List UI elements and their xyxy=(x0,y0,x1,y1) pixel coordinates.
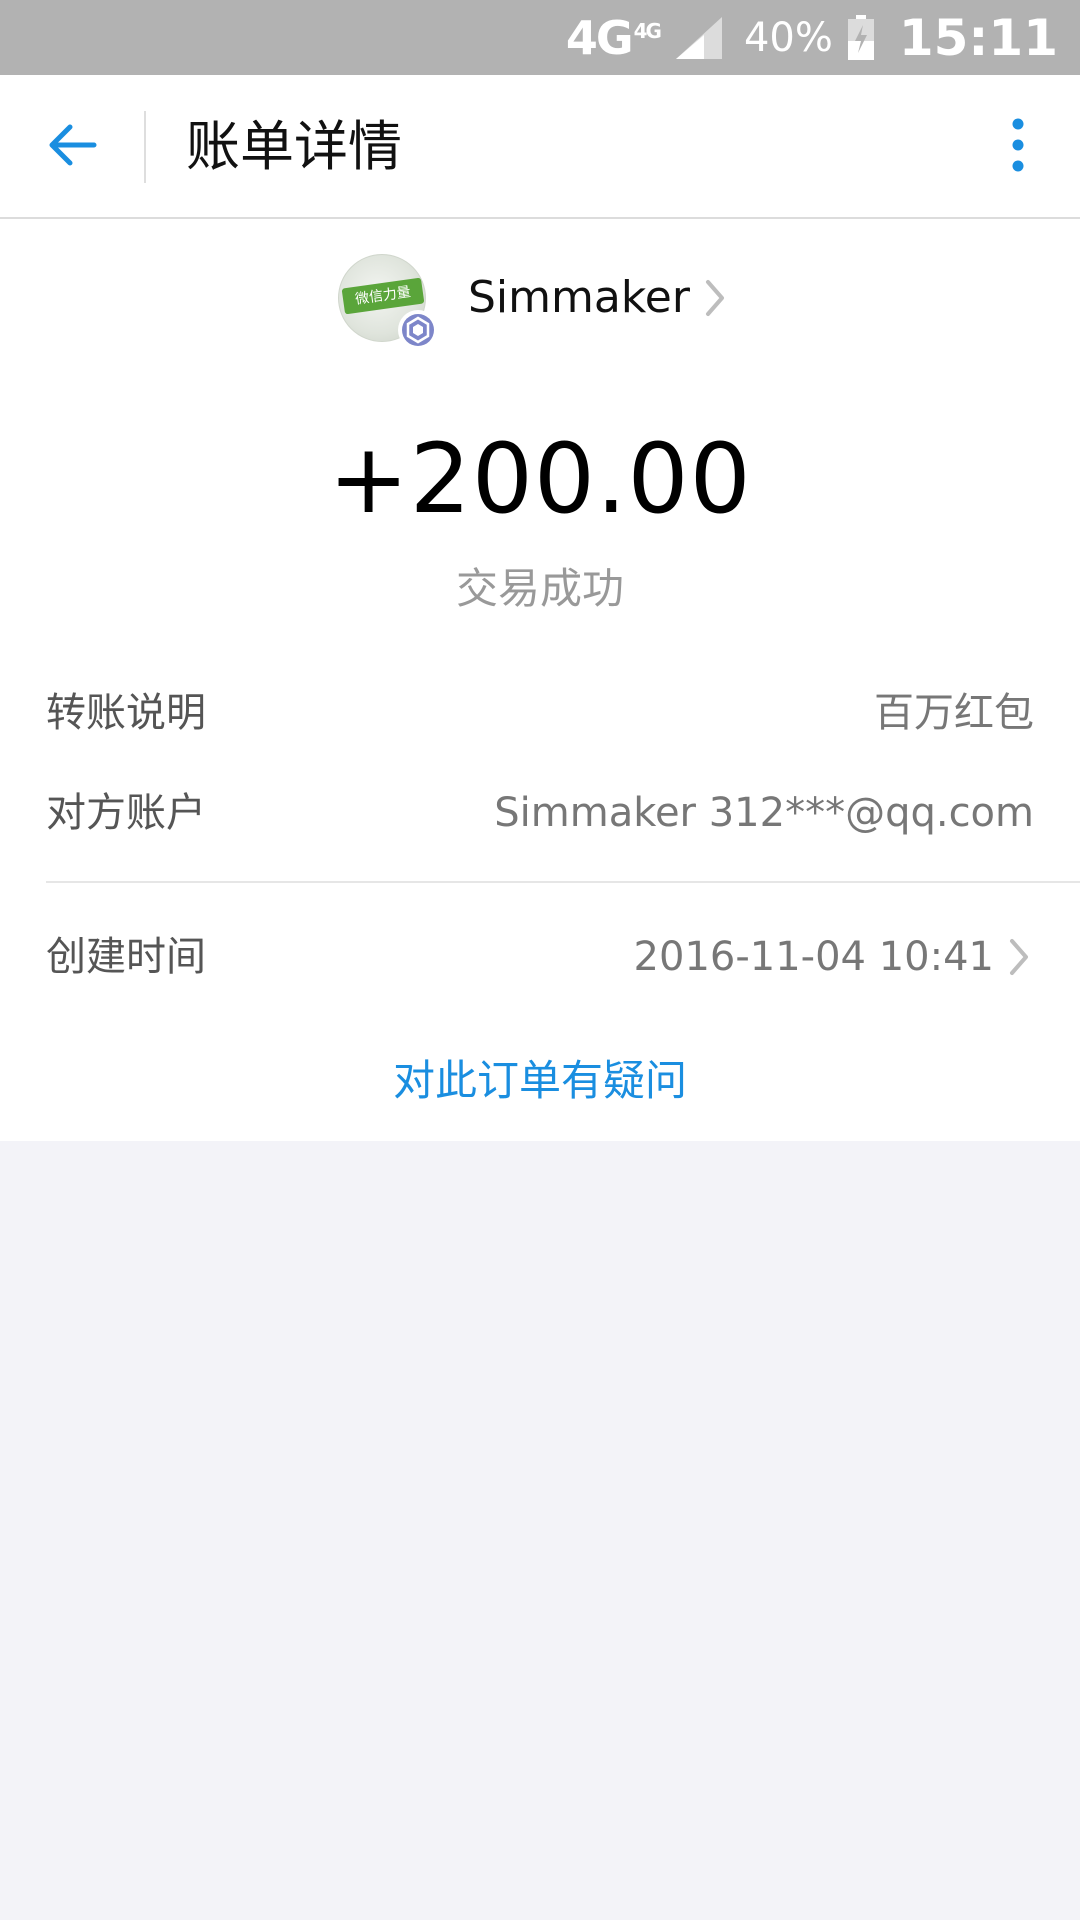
created-time-value: 2016-11-04 10:41 xyxy=(633,934,994,980)
row-divider xyxy=(46,881,1080,883)
transaction-status: 交易成功 xyxy=(455,564,624,613)
app-header: 账单详情 xyxy=(0,75,1080,219)
network-label: 4G xyxy=(565,10,634,65)
merchant-row[interactable]: 微信力量 Simmaker xyxy=(0,254,1080,350)
battery-percent: 40% xyxy=(743,14,833,61)
transaction-amount: +200.00 xyxy=(328,423,752,535)
verified-badge-icon xyxy=(398,310,438,350)
battery-icon xyxy=(847,14,875,61)
detail-row-created-time[interactable]: 创建时间 2016-11-04 10:41 xyxy=(46,925,1034,989)
counterparty-value: Simmaker 312***@qq.com xyxy=(494,790,1034,836)
chevron-right-icon xyxy=(700,276,730,320)
detail-row-counterparty: 对方账户 Simmaker 312***@qq.com xyxy=(46,781,1034,845)
status-bar: 4G 4G 40% 15:11 xyxy=(0,0,1080,75)
transfer-note-value: 百万红包 xyxy=(874,690,1034,736)
status-bar-right: 4G 4G 40% 15:11 xyxy=(566,0,1058,75)
avatar-logo: 微信力量 xyxy=(341,277,425,315)
counterparty-label: 对方账户 xyxy=(46,790,206,836)
clock: 15:11 xyxy=(898,8,1058,67)
created-time-label: 创建时间 xyxy=(46,934,206,980)
merchant-name: Simmaker xyxy=(468,272,690,323)
detail-row-transfer-note: 转账说明 百万红包 xyxy=(46,681,1034,745)
chevron-right-icon xyxy=(1004,935,1034,979)
avatar: 微信力量 xyxy=(338,254,438,350)
bill-detail-card: 微信力量 Simmaker +200.00 交易成功 转账说明 百万红包 对方账… xyxy=(0,219,1080,1141)
arrow-left-icon xyxy=(46,123,98,171)
more-options-button[interactable] xyxy=(996,115,1040,179)
network-sup-label: 4G xyxy=(633,18,662,43)
header-divider xyxy=(144,111,146,183)
order-question-link[interactable]: 对此订单有疑问 xyxy=(0,1049,1080,1113)
page-title: 账单详情 xyxy=(186,115,402,178)
signal-icon xyxy=(674,15,724,61)
back-button[interactable] xyxy=(40,115,104,179)
transfer-note-label: 转账说明 xyxy=(46,690,206,736)
more-vertical-icon xyxy=(1011,117,1025,177)
network-type: 4G 4G xyxy=(565,10,662,65)
